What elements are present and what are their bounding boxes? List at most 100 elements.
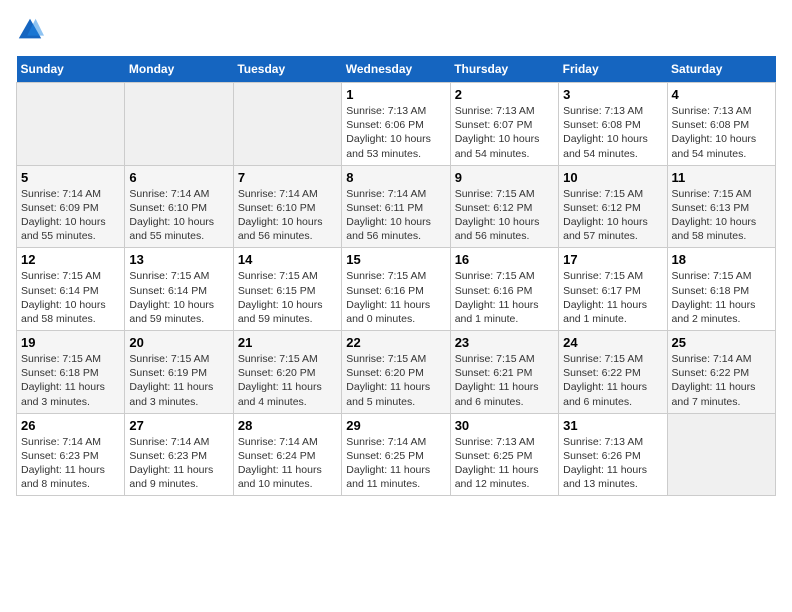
day-number: 15 — [346, 252, 445, 267]
day-info: Sunrise: 7:13 AM Sunset: 6:25 PM Dayligh… — [455, 435, 554, 492]
calendar-cell — [667, 413, 775, 496]
day-info: Sunrise: 7:14 AM Sunset: 6:09 PM Dayligh… — [21, 187, 120, 244]
day-info: Sunrise: 7:15 AM Sunset: 6:12 PM Dayligh… — [563, 187, 662, 244]
day-number: 8 — [346, 170, 445, 185]
day-number: 19 — [21, 335, 120, 350]
day-number: 29 — [346, 418, 445, 433]
day-number: 21 — [238, 335, 337, 350]
day-info: Sunrise: 7:13 AM Sunset: 6:07 PM Dayligh… — [455, 104, 554, 161]
day-info: Sunrise: 7:15 AM Sunset: 6:21 PM Dayligh… — [455, 352, 554, 409]
calendar-cell: 31 Sunrise: 7:13 AM Sunset: 6:26 PM Dayli… — [559, 413, 667, 496]
day-number: 14 — [238, 252, 337, 267]
day-number: 12 — [21, 252, 120, 267]
calendar-cell: 20 Sunrise: 7:15 AM Sunset: 6:19 PM Dayli… — [125, 331, 233, 414]
day-number: 10 — [563, 170, 662, 185]
day-number: 7 — [238, 170, 337, 185]
calendar-cell: 25 Sunrise: 7:14 AM Sunset: 6:22 PM Dayli… — [667, 331, 775, 414]
calendar-cell: 22 Sunrise: 7:15 AM Sunset: 6:20 PM Dayli… — [342, 331, 450, 414]
day-info: Sunrise: 7:13 AM Sunset: 6:08 PM Dayligh… — [563, 104, 662, 161]
calendar-table: SundayMondayTuesdayWednesdayThursdayFrid… — [16, 56, 776, 496]
calendar-cell: 13Sunrise: 7:15 AM Sunset: 6:14 PM Dayli… — [125, 248, 233, 331]
calendar-cell: 24Sunrise: 7:15 AM Sunset: 6:22 PM Dayli… — [559, 331, 667, 414]
day-info: Sunrise: 7:14 AM Sunset: 6:24 PM Dayligh… — [238, 435, 337, 492]
day-number: 23 — [455, 335, 554, 350]
day-number: 18 — [672, 252, 771, 267]
day-info: Sunrise: 7:15 AM Sunset: 6:19 PM Dayligh… — [129, 352, 228, 409]
calendar-cell: 6 Sunrise: 7:14 AM Sunset: 6:10 PM Daylig… — [125, 165, 233, 248]
day-number: 5 — [21, 170, 120, 185]
calendar-cell: 7 Sunrise: 7:14 AM Sunset: 6:10 PM Daylig… — [233, 165, 341, 248]
calendar-cell: 17 Sunrise: 7:15 AM Sunset: 6:17 PM Dayli… — [559, 248, 667, 331]
calendar-cell: 29 Sunrise: 7:14 AM Sunset: 6:25 PM Dayli… — [342, 413, 450, 496]
day-info: Sunrise: 7:14 AM Sunset: 6:25 PM Dayligh… — [346, 435, 445, 492]
calendar-cell: 8 Sunrise: 7:14 AM Sunset: 6:11 PM Daylig… — [342, 165, 450, 248]
day-number: 31 — [563, 418, 662, 433]
calendar-cell: 9Sunrise: 7:15 AM Sunset: 6:12 PM Daylig… — [450, 165, 558, 248]
day-number: 28 — [238, 418, 337, 433]
calendar-cell: 4Sunrise: 7:13 AM Sunset: 6:08 PM Daylig… — [667, 83, 775, 166]
day-info: Sunrise: 7:14 AM Sunset: 6:23 PM Dayligh… — [129, 435, 228, 492]
calendar-cell: 26 Sunrise: 7:14 AM Sunset: 6:23 PM Dayli… — [17, 413, 125, 496]
day-number: 3 — [563, 87, 662, 102]
day-info: Sunrise: 7:15 AM Sunset: 6:20 PM Dayligh… — [346, 352, 445, 409]
day-number: 30 — [455, 418, 554, 433]
day-info: Sunrise: 7:15 AM Sunset: 6:16 PM Dayligh… — [455, 269, 554, 326]
calendar-cell: 3 Sunrise: 7:13 AM Sunset: 6:08 PM Daylig… — [559, 83, 667, 166]
calendar-week-3: 12 Sunrise: 7:15 AM Sunset: 6:14 PM Dayli… — [17, 248, 776, 331]
weekday-header-monday: Monday — [125, 56, 233, 83]
day-number: 20 — [129, 335, 228, 350]
day-info: Sunrise: 7:14 AM Sunset: 6:22 PM Dayligh… — [672, 352, 771, 409]
day-info: Sunrise: 7:15 AM Sunset: 6:20 PM Dayligh… — [238, 352, 337, 409]
day-info: Sunrise: 7:15 AM Sunset: 6:16 PM Dayligh… — [346, 269, 445, 326]
day-number: 4 — [672, 87, 771, 102]
weekday-header-saturday: Saturday — [667, 56, 775, 83]
day-info: Sunrise: 7:14 AM Sunset: 6:11 PM Dayligh… — [346, 187, 445, 244]
calendar-cell — [17, 83, 125, 166]
calendar-cell: 2 Sunrise: 7:13 AM Sunset: 6:07 PM Daylig… — [450, 83, 558, 166]
calendar-cell: 21 Sunrise: 7:15 AM Sunset: 6:20 PM Dayli… — [233, 331, 341, 414]
weekday-header-sunday: Sunday — [17, 56, 125, 83]
day-info: Sunrise: 7:15 AM Sunset: 6:14 PM Dayligh… — [21, 269, 120, 326]
day-info: Sunrise: 7:15 AM Sunset: 6:17 PM Dayligh… — [563, 269, 662, 326]
day-number: 17 — [563, 252, 662, 267]
calendar-cell: 19 Sunrise: 7:15 AM Sunset: 6:18 PM Dayli… — [17, 331, 125, 414]
day-info: Sunrise: 7:15 AM Sunset: 6:15 PM Dayligh… — [238, 269, 337, 326]
calendar-cell: 1Sunrise: 7:13 AM Sunset: 6:06 PM Daylig… — [342, 83, 450, 166]
day-info: Sunrise: 7:14 AM Sunset: 6:23 PM Dayligh… — [21, 435, 120, 492]
day-info: Sunrise: 7:14 AM Sunset: 6:10 PM Dayligh… — [129, 187, 228, 244]
weekday-header-friday: Friday — [559, 56, 667, 83]
day-info: Sunrise: 7:13 AM Sunset: 6:26 PM Dayligh… — [563, 435, 662, 492]
day-info: Sunrise: 7:15 AM Sunset: 6:13 PM Dayligh… — [672, 187, 771, 244]
day-number: 22 — [346, 335, 445, 350]
calendar-cell: 14 Sunrise: 7:15 AM Sunset: 6:15 PM Dayli… — [233, 248, 341, 331]
calendar-cell: 11 Sunrise: 7:15 AM Sunset: 6:13 PM Dayli… — [667, 165, 775, 248]
calendar-cell: 28 Sunrise: 7:14 AM Sunset: 6:24 PM Dayli… — [233, 413, 341, 496]
day-number: 2 — [455, 87, 554, 102]
calendar-cell: 12 Sunrise: 7:15 AM Sunset: 6:14 PM Dayli… — [17, 248, 125, 331]
weekday-header-row: SundayMondayTuesdayWednesdayThursdayFrid… — [17, 56, 776, 83]
day-info: Sunrise: 7:15 AM Sunset: 6:18 PM Dayligh… — [21, 352, 120, 409]
day-number: 27 — [129, 418, 228, 433]
logo-icon — [16, 16, 44, 44]
calendar-cell — [233, 83, 341, 166]
day-info: Sunrise: 7:15 AM Sunset: 6:14 PM Dayligh… — [129, 269, 228, 326]
calendar-cell: 18Sunrise: 7:15 AM Sunset: 6:18 PM Dayli… — [667, 248, 775, 331]
calendar-cell: 23 Sunrise: 7:15 AM Sunset: 6:21 PM Dayli… — [450, 331, 558, 414]
day-number: 6 — [129, 170, 228, 185]
calendar-week-4: 19 Sunrise: 7:15 AM Sunset: 6:18 PM Dayli… — [17, 331, 776, 414]
logo — [16, 16, 46, 44]
day-info: Sunrise: 7:14 AM Sunset: 6:10 PM Dayligh… — [238, 187, 337, 244]
day-number: 24 — [563, 335, 662, 350]
weekday-header-wednesday: Wednesday — [342, 56, 450, 83]
weekday-header-thursday: Thursday — [450, 56, 558, 83]
day-number: 11 — [672, 170, 771, 185]
calendar-cell — [125, 83, 233, 166]
calendar-cell: 27 Sunrise: 7:14 AM Sunset: 6:23 PM Dayli… — [125, 413, 233, 496]
day-number: 25 — [672, 335, 771, 350]
calendar-cell: 16Sunrise: 7:15 AM Sunset: 6:16 PM Dayli… — [450, 248, 558, 331]
day-number: 26 — [21, 418, 120, 433]
weekday-header-tuesday: Tuesday — [233, 56, 341, 83]
calendar-week-5: 26 Sunrise: 7:14 AM Sunset: 6:23 PM Dayli… — [17, 413, 776, 496]
calendar-cell: 30 Sunrise: 7:13 AM Sunset: 6:25 PM Dayli… — [450, 413, 558, 496]
calendar-week-2: 5 Sunrise: 7:14 AM Sunset: 6:09 PM Daylig… — [17, 165, 776, 248]
